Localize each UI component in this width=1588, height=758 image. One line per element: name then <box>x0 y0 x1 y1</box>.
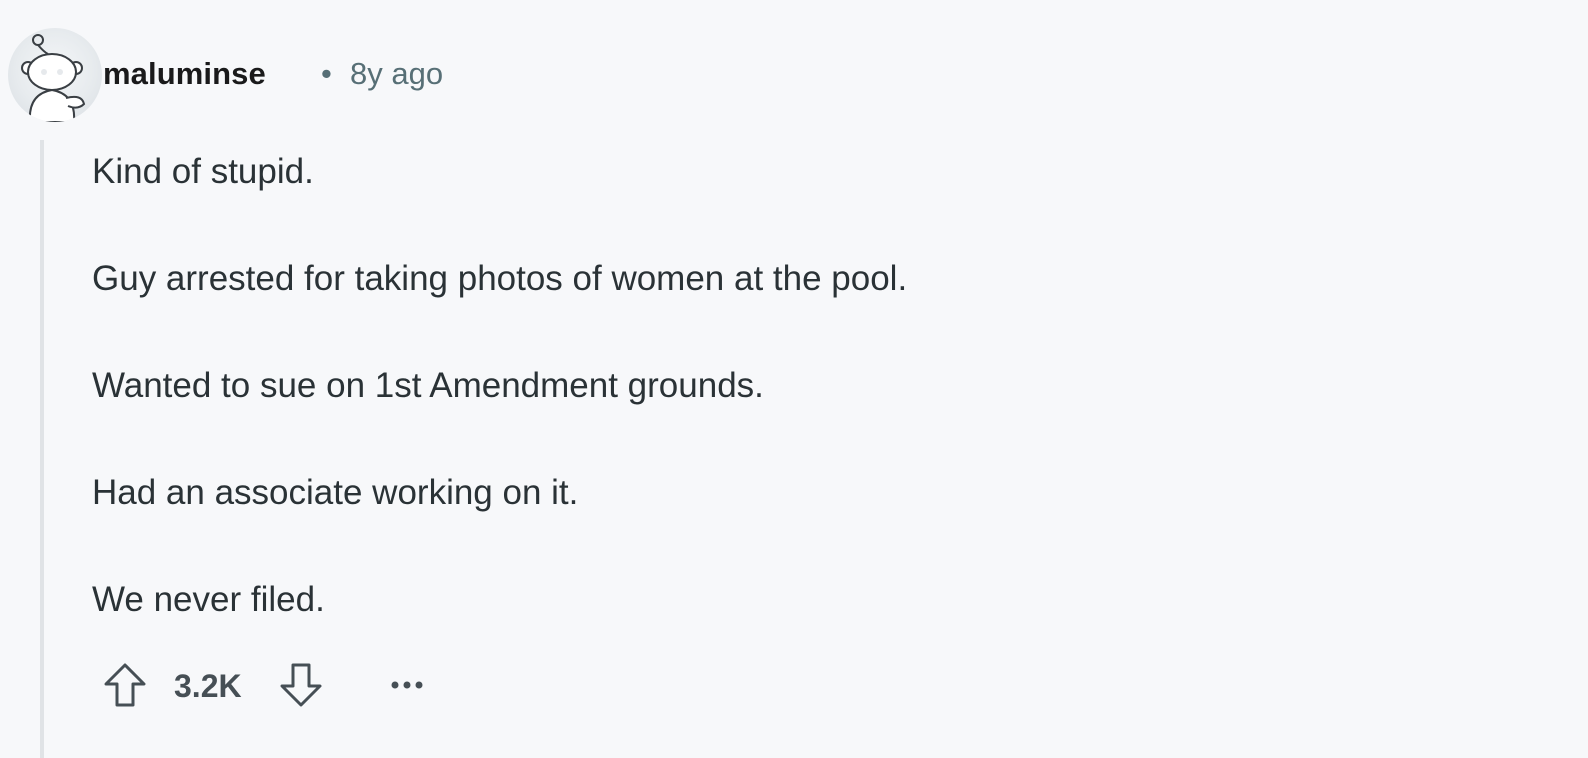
comment-author[interactable]: maluminse <box>103 56 266 92</box>
comment-paragraph: Had an associate working on it. <box>92 473 579 512</box>
snoo-avatar-icon <box>21 34 86 122</box>
comment-timestamp[interactable]: 8y ago <box>350 56 443 92</box>
thread-collapse-line[interactable] <box>40 140 44 758</box>
more-options-button[interactable] <box>384 664 430 706</box>
more-options-icon <box>391 681 423 689</box>
comment-paragraph: Guy arrested for taking photos of women … <box>92 259 908 298</box>
downvote-arrow-icon <box>280 663 322 707</box>
user-avatar[interactable] <box>8 28 102 122</box>
upvote-button[interactable] <box>100 660 150 710</box>
vote-score: 3.2K <box>174 668 242 704</box>
meta-separator: • <box>321 56 332 91</box>
comment-action-bar: 3.2K <box>100 660 440 710</box>
comment: maluminse • 8y ago Kind of stupid. Guy a… <box>0 0 1588 758</box>
upvote-arrow-icon <box>104 663 146 707</box>
comment-paragraph: Kind of stupid. <box>92 152 314 191</box>
comment-paragraph: Wanted to sue on 1st Amendment grounds. <box>92 366 764 405</box>
downvote-button[interactable] <box>276 660 326 710</box>
comment-body: Kind of stupid. Guy arrested for taking … <box>92 150 1492 685</box>
